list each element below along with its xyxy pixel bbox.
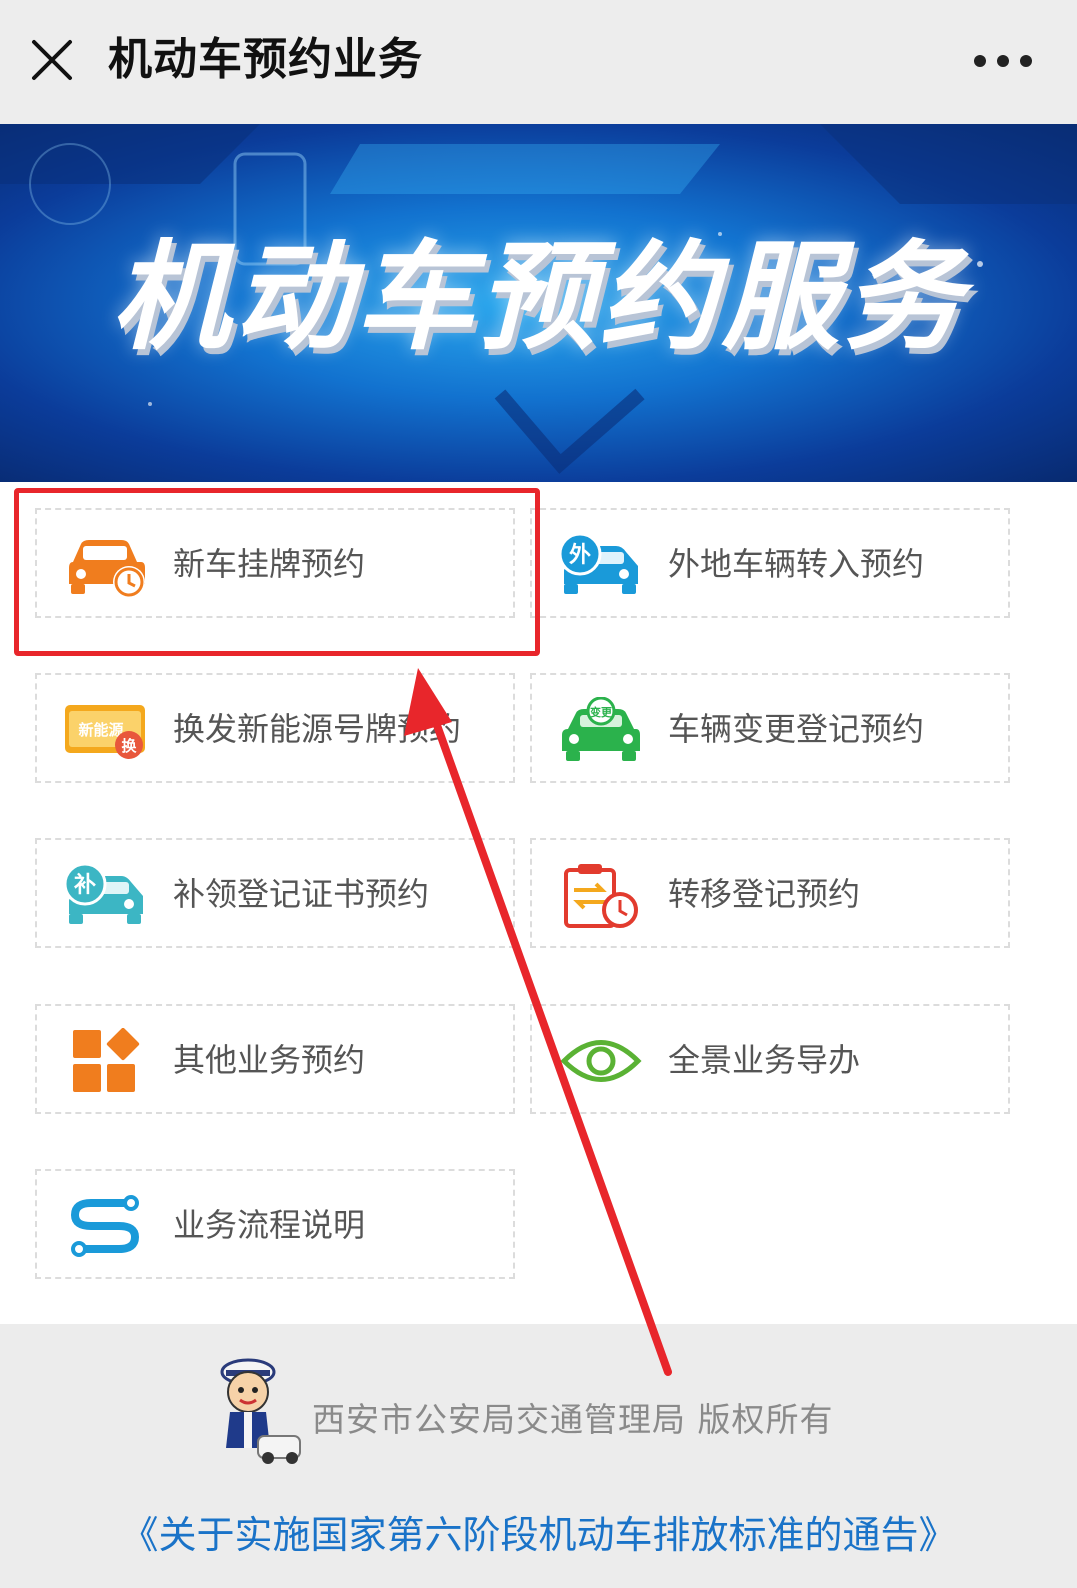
more-dots-icon[interactable] bbox=[972, 46, 1034, 76]
new-car-clock-icon bbox=[63, 532, 149, 598]
service-transfer-registration[interactable]: 转移登记预约 bbox=[530, 838, 1010, 948]
service-vehicle-change-registration[interactable]: 变更 车辆变更登记预约 bbox=[530, 673, 1010, 783]
svg-text:新能源: 新能源 bbox=[78, 721, 123, 739]
service-process-explanation[interactable]: 业务流程说明 bbox=[35, 1169, 515, 1279]
service-label: 业务流程说明 bbox=[173, 1206, 366, 1244]
banner-title: 机动车预约服务 bbox=[111, 228, 966, 366]
service-panoramic-guide[interactable]: 全景业务导办 bbox=[530, 1004, 1010, 1114]
copyright-text: 西安市公安局交通管理局 版权所有 bbox=[312, 1400, 834, 1439]
service-out-of-town-transfer[interactable]: 外 外地车辆转入预约 bbox=[530, 508, 1010, 618]
banner: 机动车预约服务 bbox=[0, 124, 1077, 482]
service-label: 新车挂牌预约 bbox=[173, 545, 366, 583]
new-energy-plate-icon: 新能源 换 bbox=[63, 697, 149, 763]
page-title: 机动车预约业务 bbox=[108, 34, 423, 85]
svg-text:外: 外 bbox=[569, 542, 591, 568]
service-label: 其他业务预约 bbox=[173, 1041, 366, 1079]
svg-text:换: 换 bbox=[121, 737, 137, 755]
reissue-certificate-car-icon: 补 bbox=[63, 862, 149, 928]
emission-notice-link[interactable]: 《关于实施国家第六阶段机动车排放标准的通告》 bbox=[0, 1508, 1077, 1562]
eye-icon bbox=[558, 1028, 644, 1094]
car-change-icon: 变更 bbox=[558, 697, 644, 763]
service-label: 外地车辆转入预约 bbox=[668, 545, 925, 583]
service-label: 补领登记证书预约 bbox=[173, 875, 430, 913]
svg-text:补: 补 bbox=[73, 873, 96, 898]
out-of-town-car-icon: 外 bbox=[558, 532, 644, 598]
service-other-business[interactable]: 其他业务预约 bbox=[35, 1004, 515, 1114]
svg-text:变更: 变更 bbox=[590, 705, 613, 719]
close-icon[interactable] bbox=[30, 38, 74, 82]
service-label: 换发新能源号牌预约 bbox=[173, 710, 462, 748]
service-label: 车辆变更登记预约 bbox=[668, 710, 925, 748]
other-business-tiles-icon bbox=[63, 1028, 149, 1094]
service-label: 全景业务导办 bbox=[668, 1041, 861, 1079]
service-new-car-plate[interactable]: 新车挂牌预约 bbox=[35, 508, 515, 618]
transfer-clipboard-icon bbox=[558, 862, 644, 928]
process-flow-icon bbox=[63, 1193, 149, 1259]
top-bar: 机动车预约业务 bbox=[0, 0, 1077, 124]
service-label: 转移登记预约 bbox=[668, 875, 861, 913]
service-reissue-certificate[interactable]: 补 补领登记证书预约 bbox=[35, 838, 515, 948]
service-new-energy-plate[interactable]: 新能源 换 换发新能源号牌预约 bbox=[35, 673, 515, 783]
traffic-police-mascot-icon bbox=[208, 1352, 304, 1466]
